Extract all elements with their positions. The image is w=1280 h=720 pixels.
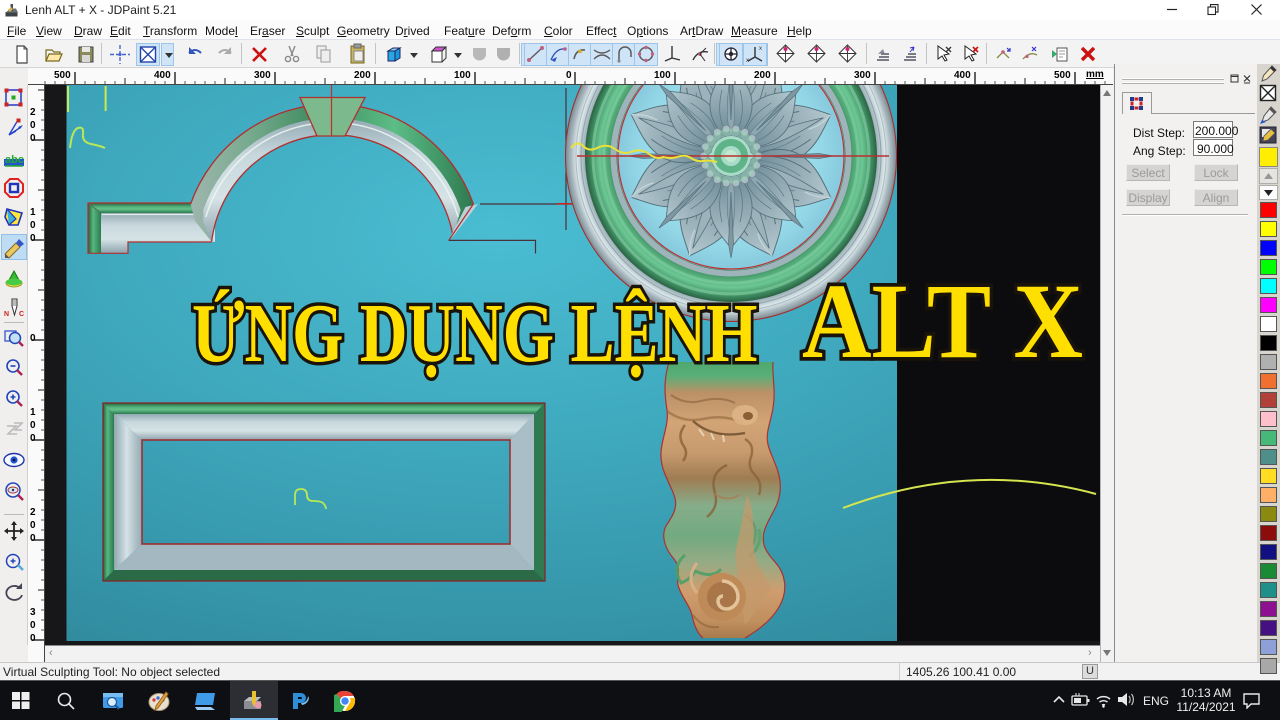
svg-text:N: N <box>4 311 9 318</box>
svg-text:abc: abc <box>5 154 24 166</box>
svg-text:C: C <box>19 311 24 318</box>
svg-text:x: x <box>746 58 749 64</box>
svg-text:x: x <box>759 46 762 52</box>
